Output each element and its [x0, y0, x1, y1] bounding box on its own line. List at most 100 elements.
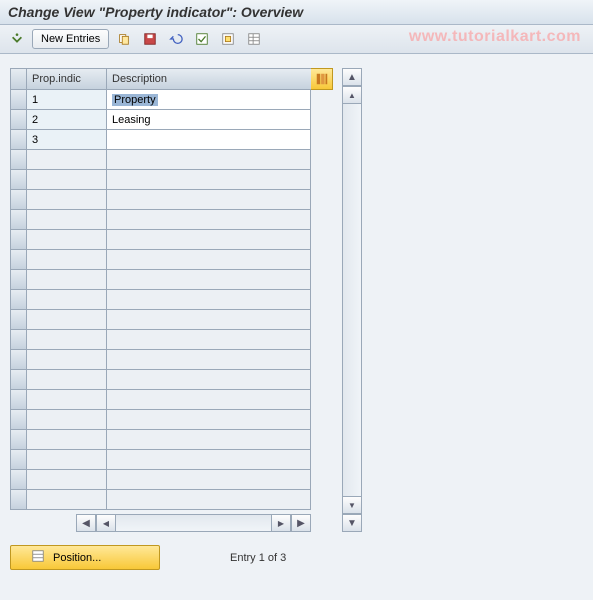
row-selector[interactable]	[10, 230, 26, 250]
table-settings-icon[interactable]	[243, 29, 265, 49]
cell-indicator[interactable]	[26, 230, 106, 250]
select-all-icon[interactable]	[191, 29, 213, 49]
row-selector[interactable]	[10, 370, 26, 390]
undo-icon[interactable]	[165, 29, 187, 49]
cell-description[interactable]	[106, 270, 311, 290]
column-header-indicator[interactable]: Prop.indic	[26, 68, 106, 90]
cell-description[interactable]	[106, 150, 311, 170]
table-row-empty	[10, 350, 340, 370]
cell-description[interactable]: Property	[106, 90, 311, 110]
cell-description[interactable]	[106, 350, 311, 370]
row-selector[interactable]	[10, 410, 26, 430]
cell-indicator[interactable]	[26, 490, 106, 510]
cell-indicator[interactable]	[26, 450, 106, 470]
column-header-description[interactable]: Description	[106, 68, 311, 90]
cell-indicator[interactable]	[26, 350, 106, 370]
cell-indicator[interactable]	[26, 310, 106, 330]
row-selector[interactable]	[10, 250, 26, 270]
save-icon[interactable]	[139, 29, 161, 49]
row-selector[interactable]	[10, 350, 26, 370]
row-selector[interactable]	[10, 310, 26, 330]
cell-indicator[interactable]	[26, 410, 106, 430]
scroll-right-last-icon[interactable]: ▶	[291, 514, 311, 532]
cell-indicator[interactable]	[26, 170, 106, 190]
table-row[interactable]: 2Leasing	[10, 110, 340, 130]
row-selector[interactable]	[10, 210, 26, 230]
cell-description[interactable]	[106, 210, 311, 230]
table-row-empty	[10, 470, 340, 490]
cell-indicator[interactable]	[26, 150, 106, 170]
cell-indicator[interactable]: 1	[26, 90, 106, 110]
cell-indicator[interactable]	[26, 270, 106, 290]
vertical-scrollbar[interactable]: ▲ ▲ ▼ ▼	[342, 68, 362, 532]
deselect-all-icon[interactable]	[217, 29, 239, 49]
row-selector[interactable]	[10, 130, 26, 150]
cell-description[interactable]	[106, 190, 311, 210]
page-title: Change View "Property indicator": Overvi…	[0, 0, 593, 25]
scroll-right-icon[interactable]: ▶	[271, 514, 291, 532]
toolbar: New Entries www.tutorialkart.com	[0, 25, 593, 54]
cell-indicator[interactable]	[26, 210, 106, 230]
table-row-empty	[10, 490, 340, 510]
new-entries-button[interactable]: New Entries	[32, 29, 109, 49]
row-selector[interactable]	[10, 450, 26, 470]
expand-icon[interactable]	[6, 29, 28, 49]
row-selector[interactable]	[10, 290, 26, 310]
position-button[interactable]: Position...	[10, 545, 160, 570]
cell-description[interactable]: Leasing	[106, 110, 311, 130]
scroll-down-icon[interactable]: ▼	[342, 514, 362, 532]
row-selector[interactable]	[10, 90, 26, 110]
cell-indicator[interactable]	[26, 250, 106, 270]
row-selector[interactable]	[10, 430, 26, 450]
table-row-empty	[10, 170, 340, 190]
table-row[interactable]: 1Property	[10, 90, 340, 110]
cell-indicator[interactable]	[26, 190, 106, 210]
cell-description[interactable]	[106, 490, 311, 510]
cell-description[interactable]	[106, 370, 311, 390]
scroll-up-step-icon[interactable]: ▲	[342, 86, 362, 104]
scroll-up-icon[interactable]: ▲	[342, 68, 362, 86]
cell-description[interactable]	[106, 130, 311, 150]
row-selector[interactable]	[10, 470, 26, 490]
cell-description[interactable]	[106, 390, 311, 410]
cell-description[interactable]	[106, 230, 311, 250]
cell-description[interactable]	[106, 470, 311, 490]
cell-indicator[interactable]: 3	[26, 130, 106, 150]
row-selector[interactable]	[10, 170, 26, 190]
cell-indicator[interactable]	[26, 430, 106, 450]
horizontal-scrollbar[interactable]: ◀ ◀ ▶ ▶	[26, 514, 311, 532]
row-selector[interactable]	[10, 190, 26, 210]
row-selector[interactable]	[10, 150, 26, 170]
cell-description[interactable]	[106, 310, 311, 330]
cell-indicator[interactable]	[26, 470, 106, 490]
cell-description[interactable]	[106, 290, 311, 310]
row-selector[interactable]	[10, 270, 26, 290]
cell-description[interactable]	[106, 330, 311, 350]
row-selector[interactable]	[10, 490, 26, 510]
table-config-icon[interactable]	[311, 68, 333, 90]
cell-indicator[interactable]	[26, 370, 106, 390]
cell-description[interactable]	[106, 430, 311, 450]
copy-icon[interactable]	[113, 29, 135, 49]
row-selector[interactable]	[10, 110, 26, 130]
table-row-empty	[10, 290, 340, 310]
cell-indicator[interactable]: 2	[26, 110, 106, 130]
cell-description[interactable]	[106, 250, 311, 270]
cell-description[interactable]	[106, 410, 311, 430]
select-all-cell[interactable]	[10, 68, 26, 90]
table-row[interactable]: 3	[10, 130, 340, 150]
scroll-track[interactable]	[342, 104, 362, 496]
cell-indicator[interactable]	[26, 390, 106, 410]
scroll-down-step-icon[interactable]: ▼	[342, 496, 362, 514]
table-row-empty	[10, 430, 340, 450]
scroll-left-first-icon[interactable]: ◀	[76, 514, 96, 532]
scroll-left-icon[interactable]: ◀	[96, 514, 116, 532]
row-selector[interactable]	[10, 390, 26, 410]
row-selector[interactable]	[10, 330, 26, 350]
table-row-empty	[10, 230, 340, 250]
cell-indicator[interactable]	[26, 330, 106, 350]
cell-indicator[interactable]	[26, 290, 106, 310]
table-row-empty	[10, 270, 340, 290]
cell-description[interactable]	[106, 450, 311, 470]
cell-description[interactable]	[106, 170, 311, 190]
